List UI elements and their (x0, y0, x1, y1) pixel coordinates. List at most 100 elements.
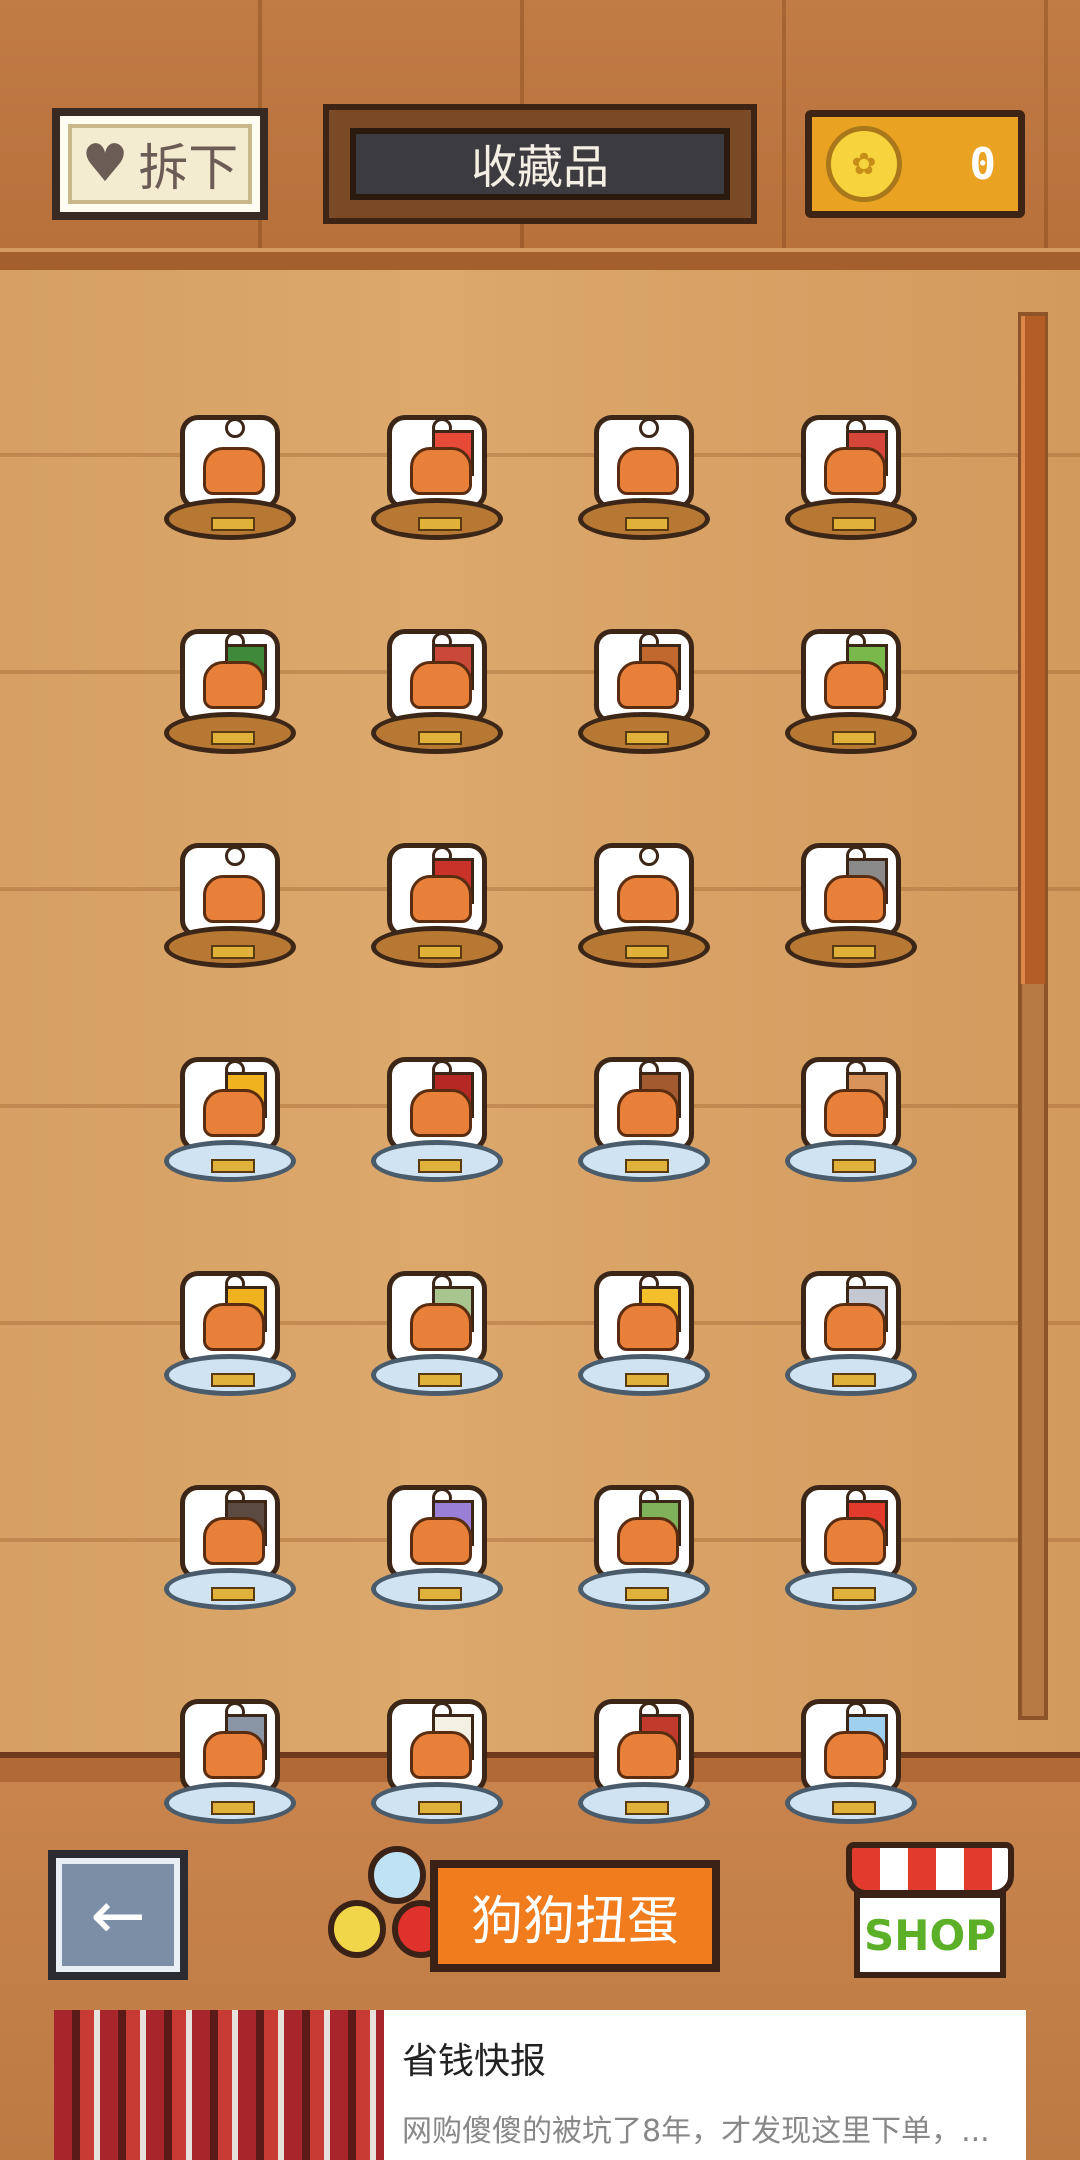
collectible-figure (594, 1271, 694, 1366)
gacha-ball-icon (328, 1900, 386, 1958)
hook-icon (639, 420, 659, 438)
shiba-dog-icon (824, 661, 886, 709)
display-base (164, 1354, 296, 1396)
collectible-figure (801, 1699, 901, 1794)
scrollbar-thumb[interactable] (1021, 316, 1045, 984)
shiba-dog-icon (824, 447, 886, 495)
display-base (785, 1354, 917, 1396)
shiba-dog-icon (203, 661, 265, 709)
collectible-item[interactable] (554, 569, 734, 754)
collectible-item[interactable] (761, 355, 941, 540)
remove-button[interactable]: ♥ 拆下 (52, 108, 268, 220)
name-plate (418, 1587, 462, 1601)
collectible-item[interactable] (554, 355, 734, 540)
collectible-item[interactable] (347, 355, 527, 540)
shiba-dog-icon (203, 1731, 265, 1779)
shiba-dog-icon (617, 875, 679, 923)
shiba-dog-icon (410, 661, 472, 709)
collectible-item[interactable] (140, 569, 320, 754)
collectible-item[interactable] (761, 1211, 941, 1396)
display-base (578, 1140, 710, 1182)
display-base (371, 1782, 503, 1824)
paw-coin-icon: ✿ (826, 126, 902, 202)
collectible-figure (387, 415, 487, 510)
collectible-item[interactable] (761, 1425, 941, 1610)
gacha-ball-icon (368, 1846, 426, 1904)
shiba-dog-icon (410, 1089, 472, 1137)
shiba-dog-icon (410, 1303, 472, 1351)
gacha-button-label: 狗狗扭蛋 (430, 1860, 720, 1972)
collectible-item[interactable] (761, 1639, 941, 1824)
shiba-dog-icon (617, 447, 679, 495)
collectible-item[interactable] (554, 1425, 734, 1610)
collectible-figure (801, 1485, 901, 1580)
display-base (578, 1354, 710, 1396)
name-plate (832, 1159, 876, 1173)
collectible-item[interactable] (347, 783, 527, 968)
display-base (785, 712, 917, 754)
name-plate (211, 1801, 255, 1815)
shiba-dog-icon (824, 1089, 886, 1137)
coin-counter[interactable]: ✿ 0 (805, 110, 1025, 218)
display-base (164, 712, 296, 754)
shiba-dog-icon (617, 661, 679, 709)
collectible-item[interactable] (140, 783, 320, 968)
display-base (371, 926, 503, 968)
name-plate (418, 1801, 462, 1815)
collectible-item[interactable] (347, 997, 527, 1182)
collectible-item[interactable] (140, 1425, 320, 1610)
gacha-button[interactable]: 狗狗扭蛋 (318, 1838, 724, 1988)
collectible-item[interactable] (347, 569, 527, 754)
collectible-item[interactable] (140, 355, 320, 540)
name-plate (418, 731, 462, 745)
collectible-figure (180, 629, 280, 724)
name-plate (832, 1373, 876, 1387)
shiba-dog-icon (824, 1731, 886, 1779)
display-base (785, 498, 917, 540)
name-plate (625, 1159, 669, 1173)
ad-title: 省钱快报 (402, 2041, 547, 2082)
display-base (164, 926, 296, 968)
name-plate (418, 1373, 462, 1387)
ad-thumbnail[interactable] (54, 2010, 384, 2160)
collectible-figure (801, 1271, 901, 1366)
collectible-item[interactable] (554, 783, 734, 968)
collectible-item[interactable] (761, 997, 941, 1182)
back-arrow-icon: ← (90, 1876, 146, 1954)
collectible-item[interactable] (140, 1639, 320, 1824)
collectible-item[interactable] (761, 569, 941, 754)
collectible-figure (180, 1485, 280, 1580)
name-plate (418, 517, 462, 531)
collectible-item[interactable] (140, 1211, 320, 1396)
shiba-dog-icon (410, 875, 472, 923)
name-plate (625, 731, 669, 745)
shop-button[interactable]: SHOP (846, 1842, 1014, 1984)
collectible-item[interactable] (554, 1211, 734, 1396)
display-base (785, 1568, 917, 1610)
collectible-figure (387, 1271, 487, 1366)
name-plate (625, 1587, 669, 1601)
collectible-figure (180, 1057, 280, 1152)
shiba-dog-icon (410, 1517, 472, 1565)
collectible-item[interactable] (347, 1425, 527, 1610)
shiba-dog-icon (617, 1089, 679, 1137)
name-plate (211, 517, 255, 531)
display-base (785, 1140, 917, 1182)
name-plate (832, 1587, 876, 1601)
ad-banner[interactable]: 省钱快报 网购傻傻的被坑了8年，才发现这里下单，... (54, 2010, 1026, 2160)
name-plate (418, 945, 462, 959)
collectible-figure (180, 415, 280, 510)
collectible-item[interactable] (140, 997, 320, 1182)
collectible-figure (801, 1057, 901, 1152)
name-plate (625, 517, 669, 531)
collectible-item[interactable] (347, 1211, 527, 1396)
collectible-item[interactable] (554, 997, 734, 1182)
back-button[interactable]: ← (48, 1850, 188, 1980)
collectible-figure (801, 415, 901, 510)
collectible-item[interactable] (347, 1639, 527, 1824)
display-base (371, 1140, 503, 1182)
collectible-item[interactable] (554, 1639, 734, 1824)
collectible-item[interactable] (761, 783, 941, 968)
shiba-dog-icon (203, 447, 265, 495)
name-plate (211, 945, 255, 959)
